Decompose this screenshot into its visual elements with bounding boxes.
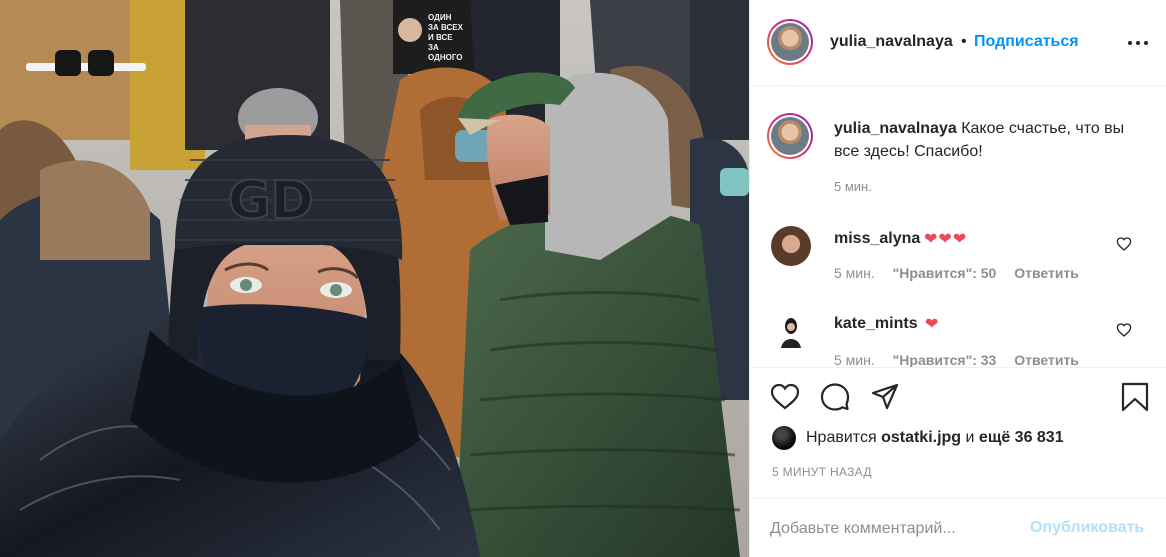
comments-list[interactable]: yulia_navalnaya Какое счастье, что вы вс…	[750, 87, 1166, 367]
paper-plane-icon[interactable]	[870, 382, 900, 412]
post-header: yulia_navalnaya • Подписаться	[750, 0, 1166, 86]
add-comment-form: Опубликовать	[750, 498, 1166, 557]
comment-username[interactable]: kate_mints	[834, 315, 918, 333]
bookmark-icon[interactable]	[1120, 382, 1150, 412]
heart-icon[interactable]	[1116, 322, 1132, 338]
svg-text:ОДИН: ОДИН	[428, 13, 452, 22]
comment-input[interactable]	[770, 518, 1020, 540]
comment-time[interactable]: 5 мин.	[834, 352, 875, 367]
caption-time[interactable]: 5 мин.	[834, 179, 872, 194]
likes-count[interactable]: ещё 36 831	[979, 429, 1064, 446]
photo-illustration: ОДИН ЗА ВСЕХ И ВСЕ ЗА ОДНОГО GD	[0, 0, 749, 557]
follow-button[interactable]: Подписаться	[974, 33, 1079, 51]
header-separator: •	[961, 33, 967, 50]
comment-avatar[interactable]	[771, 226, 811, 266]
comment-text: ❤❤❤	[924, 231, 968, 248]
publish-button[interactable]: Опубликовать	[1030, 519, 1144, 537]
comment-time[interactable]: 5 мин.	[834, 265, 875, 281]
comment-likes[interactable]: "Нравится": 33	[893, 352, 997, 367]
svg-text:И ВСЕ: И ВСЕ	[428, 33, 453, 42]
svg-text:ЗА: ЗА	[428, 43, 439, 52]
caption: yulia_navalnaya Какое счастье, что вы вс…	[834, 117, 1144, 163]
more-horizontal-icon[interactable]	[1127, 34, 1149, 52]
liker-avatar[interactable]	[772, 426, 796, 450]
comment-icon[interactable]	[820, 382, 850, 412]
reply-button[interactable]: Ответить	[1014, 265, 1079, 281]
post-timestamp[interactable]: 5 МИНУТ НАЗАД	[772, 465, 872, 479]
svg-text:ЗА ВСЕХ: ЗА ВСЕХ	[428, 23, 464, 32]
comment-avatar[interactable]	[771, 312, 811, 352]
liker-username[interactable]: ostatki.jpg	[881, 429, 961, 446]
post-details-panel: yulia_navalnaya • Подписаться yulia_nava…	[749, 0, 1166, 557]
post-photo[interactable]: ОДИН ЗА ВСЕХ И ВСЕ ЗА ОДНОГО GD	[0, 0, 749, 557]
svg-text:ОДНОГО: ОДНОГО	[428, 53, 462, 62]
heart-icon[interactable]	[770, 382, 800, 412]
post-actions: Нравится ostatki.jpg и ещё 36 831 5 МИНУ…	[750, 367, 1166, 557]
author-avatar[interactable]	[767, 19, 813, 65]
comment-meta: 5 мин. "Нравится": 50 Ответить	[834, 265, 1093, 281]
comment-username[interactable]: miss_alyna	[834, 230, 920, 248]
author-username[interactable]: yulia_navalnaya	[830, 33, 953, 51]
comment-text: ❤	[925, 316, 940, 333]
reply-button[interactable]: Ответить	[1014, 352, 1079, 367]
comment-meta: 5 мин. "Нравится": 33 Ответить	[834, 352, 1093, 367]
likes-connector: и	[965, 429, 975, 446]
caption-avatar[interactable]	[767, 113, 813, 159]
comment-likes[interactable]: "Нравится": 50	[893, 265, 997, 281]
heart-icon[interactable]	[1116, 236, 1132, 252]
caption-username[interactable]: yulia_navalnaya	[834, 120, 957, 137]
likes-prefix: Нравится	[806, 429, 877, 446]
hat-logo: GD	[228, 171, 314, 231]
